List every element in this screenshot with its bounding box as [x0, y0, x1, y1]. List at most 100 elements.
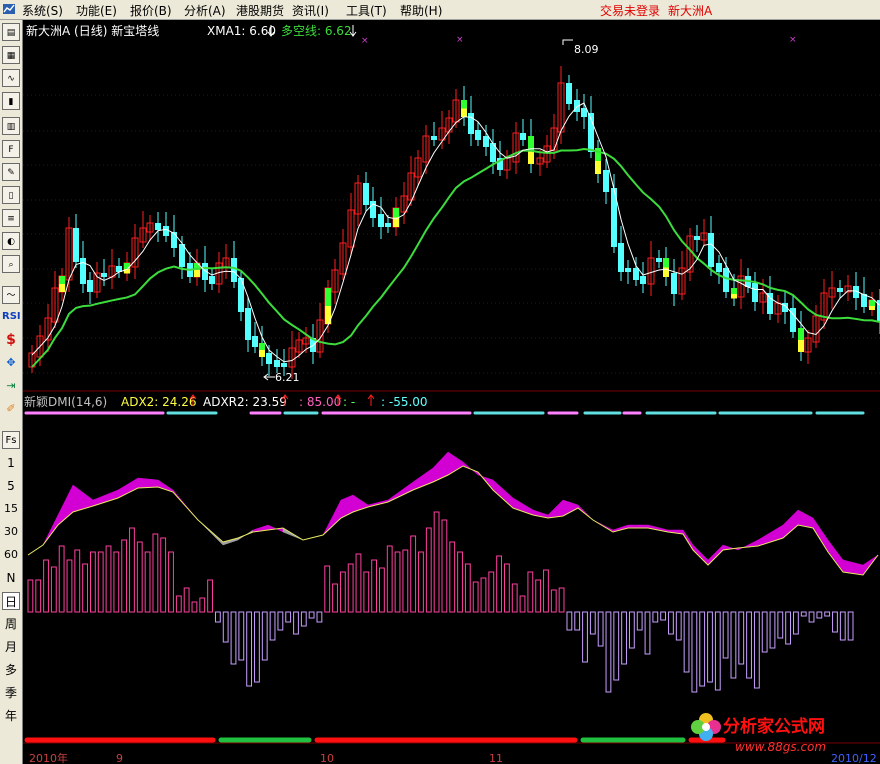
period-1min[interactable]: 1: [2, 454, 20, 472]
search-icon[interactable]: ⌕: [2, 255, 20, 273]
fs-button[interactable]: Fs: [2, 431, 20, 449]
app-icon[interactable]: [2, 2, 16, 16]
hist-bar: [347, 563, 354, 613]
candle-body: [171, 232, 177, 248]
hist-bar: [35, 579, 42, 613]
menu-function[interactable]: 功能(E): [76, 2, 117, 19]
sector-icon[interactable]: ◐: [2, 232, 20, 250]
period-quarter[interactable]: 季: [2, 684, 20, 702]
move-icon[interactable]: ✥: [2, 354, 20, 372]
hist-bar: [480, 577, 487, 613]
candle-body: [163, 226, 169, 236]
hist-bar: [113, 551, 120, 613]
level-mid-value: : -: [343, 395, 355, 409]
notes-icon[interactable]: ✎: [2, 163, 20, 181]
candle-body: [566, 83, 572, 104]
rsi-button[interactable]: RSI: [2, 308, 21, 326]
dmi-area-segment: [492, 479, 514, 509]
dmi-histogram: [27, 511, 854, 693]
menu-system[interactable]: 系统(S): [22, 2, 63, 19]
kline-chart-area[interactable]: × × × 新大洲A (日线) 新宝塔线 XMA1: 6.60 多空线: 6.62 …: [23, 20, 880, 764]
sub-panel-title: 新颖DMI(14,6): [24, 394, 107, 409]
menu-news[interactable]: 资讯(I): [292, 2, 329, 19]
candle-body: [671, 273, 677, 294]
hist-bar: [433, 511, 440, 613]
hist-bar: [847, 611, 854, 641]
period-60min[interactable]: 60: [2, 546, 20, 564]
candle-body: [595, 148, 601, 161]
hist-bar: [472, 581, 479, 613]
menu-analysis[interactable]: 分析(A): [184, 2, 226, 19]
hist-bar: [316, 611, 323, 623]
candle-body: [59, 284, 65, 292]
candle-body: [837, 288, 843, 292]
level-mid-arrow-icon: [367, 394, 375, 406]
hist-bar: [418, 551, 424, 613]
finance-icon[interactable]: F: [2, 140, 20, 158]
signal-marker-icon: ×: [361, 36, 369, 46]
hist-bar: [816, 611, 823, 619]
hist-bar: [613, 611, 620, 681]
menu-quote[interactable]: 报价(B): [130, 2, 172, 19]
hist-bar: [425, 527, 432, 613]
list-icon[interactable]: ≡: [2, 209, 20, 227]
draw-icon[interactable]: ✐: [2, 400, 20, 418]
candle-body: [393, 208, 399, 218]
hist-bar: [808, 611, 815, 623]
watermark-brand: 分析家公式网: [723, 716, 825, 737]
hist-bar: [97, 551, 104, 613]
menu-tools[interactable]: 工具(T): [346, 2, 387, 19]
candle-chart-icon[interactable]: ▮: [2, 92, 20, 110]
dmi-area-segment: [512, 497, 534, 516]
hist-bar: [722, 611, 729, 659]
candle-body: [87, 280, 93, 292]
period-n[interactable]: N: [2, 569, 20, 587]
exit-icon[interactable]: ⇥: [2, 377, 20, 395]
candle-body: [80, 258, 86, 284]
signal-marker-icon: ×: [789, 35, 797, 45]
report-icon[interactable]: ▤: [2, 23, 20, 41]
low-price-label: 6.21: [275, 371, 300, 384]
hist-bar: [160, 537, 167, 613]
period-week[interactable]: 周: [2, 615, 20, 633]
kline-candles[interactable]: [28, 66, 880, 379]
candle-body: [723, 268, 729, 292]
hist-bar: [254, 611, 260, 683]
table-icon[interactable]: ▦: [2, 46, 20, 64]
hist-bar: [597, 611, 604, 647]
dmi-area-segment: [42, 514, 59, 546]
menu-hk-futures[interactable]: 港股期货: [236, 2, 284, 19]
news-icon[interactable]: ▥: [2, 117, 20, 135]
period-30min[interactable]: 30: [2, 523, 20, 541]
hist-bar: [66, 559, 73, 613]
period-15min[interactable]: 15: [2, 500, 20, 518]
login-status[interactable]: 交易未登录: [600, 2, 660, 19]
hist-bar: [566, 611, 573, 631]
candle-body: [231, 258, 237, 282]
hist-bar: [50, 566, 57, 613]
hist-bar: [769, 611, 776, 649]
hist-bar: [27, 579, 34, 613]
file-icon[interactable]: ▯: [2, 186, 20, 204]
candle-body: [656, 258, 662, 262]
menu-help[interactable]: 帮助(H): [400, 2, 442, 19]
hist-bar: [746, 611, 752, 679]
hist-bar: [449, 541, 456, 613]
candle-body: [483, 136, 489, 147]
candle-body: [595, 161, 601, 174]
period-multi[interactable]: 多: [2, 661, 20, 679]
candle-body: [528, 136, 534, 150]
period-day[interactable]: 日: [2, 592, 20, 610]
dmi-area: [27, 451, 879, 576]
period-year[interactable]: 年: [2, 707, 20, 725]
indicator-icon[interactable]: 〜: [2, 286, 20, 304]
hist-bar: [277, 611, 284, 631]
period-month[interactable]: 月: [2, 638, 20, 656]
line-chart-icon[interactable]: ∿: [2, 69, 20, 87]
current-symbol: 新大洲A: [668, 4, 713, 18]
money-icon[interactable]: $: [2, 331, 20, 349]
hist-bar: [152, 533, 159, 613]
candle-body: [528, 150, 534, 164]
hist-bar: [410, 535, 417, 613]
period-5min[interactable]: 5: [2, 477, 20, 495]
